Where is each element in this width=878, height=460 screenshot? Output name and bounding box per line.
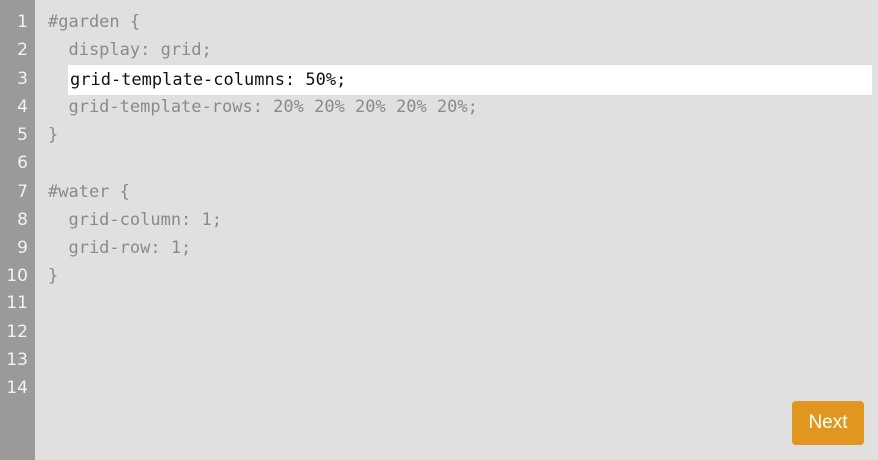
line-number: 4 [17, 97, 28, 117]
line-number: 13 [6, 350, 28, 370]
css-answer-input[interactable] [68, 65, 872, 95]
line-number-gutter: 1 2 3 4 5 6 7 8 9 10 11 12 13 14 [0, 0, 35, 460]
code-line-garden-selector: #garden { [48, 12, 141, 32]
line-number: 1 [17, 12, 28, 32]
line-number: 14 [6, 378, 28, 398]
line-number: 8 [17, 210, 28, 230]
line-number: 10 [6, 266, 28, 286]
line-number: 3 [17, 69, 28, 89]
line-number: 5 [17, 125, 28, 145]
code-line-close-brace: } [48, 125, 59, 145]
code-line-grid-row: grid-row: 1; [48, 238, 192, 258]
css-code-editor: 1 2 3 4 5 6 7 8 9 10 11 12 13 14 #garden… [0, 0, 878, 460]
line-number: 7 [17, 182, 28, 202]
next-button[interactable]: Next [792, 401, 864, 445]
code-line-close-brace: } [48, 266, 59, 286]
line-number: 11 [6, 293, 28, 313]
code-line-grid-template-rows: grid-template-rows: 20% 20% 20% 20% 20%; [48, 97, 478, 117]
code-line-display: display: grid; [48, 40, 212, 60]
line-number: 12 [6, 322, 28, 342]
line-number: 6 [17, 153, 28, 173]
code-line-water-selector: #water { [48, 182, 130, 202]
code-line-grid-column: grid-column: 1; [48, 210, 222, 230]
line-number: 9 [17, 238, 28, 258]
line-number: 2 [17, 40, 28, 60]
